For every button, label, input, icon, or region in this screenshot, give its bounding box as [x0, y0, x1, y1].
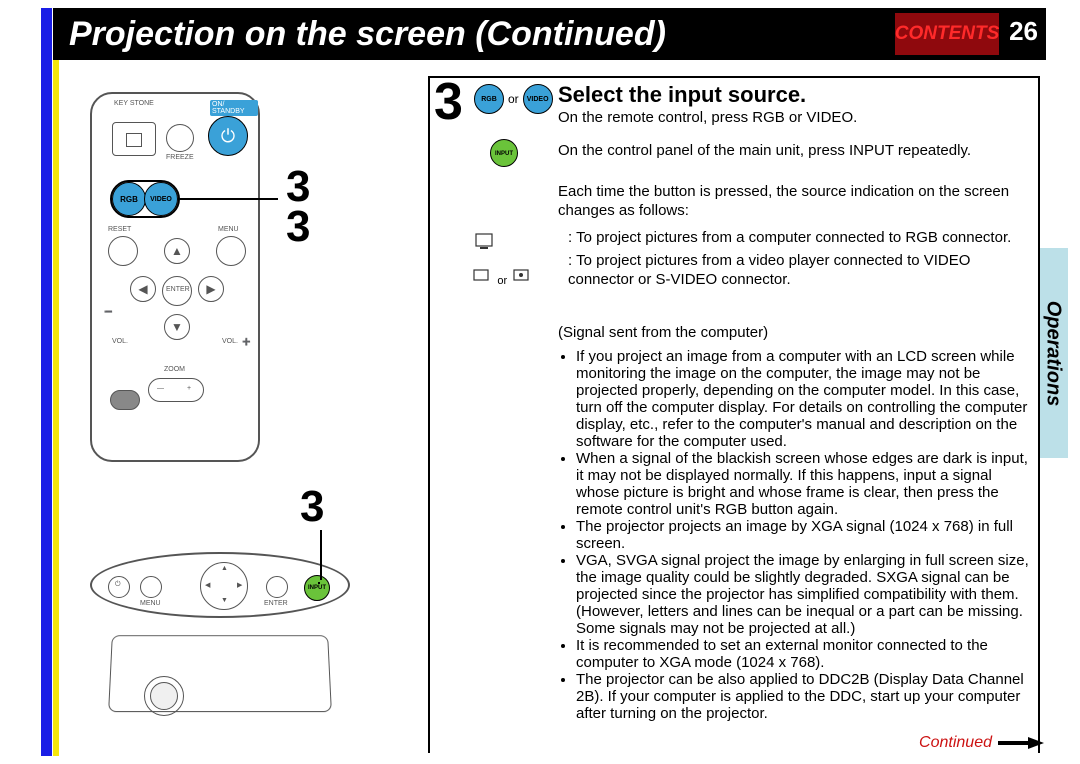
rgb-button: RGB — [112, 182, 146, 216]
dpad-right: ▶ — [198, 276, 224, 302]
projector-body — [110, 630, 330, 730]
step-subtitle: On the remote control, press RGB or VIDE… — [558, 108, 857, 127]
label-reset: RESET — [108, 226, 131, 233]
computer-icon — [474, 232, 496, 255]
callout-vstub — [318, 582, 320, 584]
each-time-text: Each time the button is pressed, the sou… — [558, 182, 1032, 220]
projector-lens — [150, 682, 178, 710]
callout-remote-2: 3 — [286, 202, 310, 252]
remote-body: KEY STONE ON/ STANDBY FREEZE ⏻ RGB VIDEO… — [90, 92, 260, 462]
mute-button — [110, 390, 140, 410]
note-item: When a signal of the blackish screen who… — [576, 450, 1032, 518]
signal-note: (Signal sent from the computer) — [558, 323, 768, 342]
note-item: It is recommended to set an external mon… — [576, 637, 1032, 671]
reset-button — [108, 236, 138, 266]
dpad-left: ◀ — [130, 276, 156, 302]
label-freeze: FREEZE — [166, 154, 194, 161]
callout-line-proj — [320, 530, 322, 580]
remote-illustration: KEY STONE ON/ STANDBY FREEZE ⏻ RGB VIDEO… — [90, 92, 280, 467]
step-number: 3 — [434, 72, 463, 132]
note-item: If you project an image from a computer … — [576, 348, 1032, 450]
label-keystone: KEY STONE — [114, 100, 154, 107]
contents-button[interactable]: CONTENTS — [895, 13, 999, 55]
panel-instruction-row: INPUT On the control panel of the main u… — [490, 141, 1030, 160]
or-label-1: or — [508, 92, 519, 106]
decorative-blue-bar — [41, 8, 52, 756]
label-zoom: ZOOM — [164, 366, 185, 373]
zoom-rocker: —+ — [148, 378, 204, 402]
keystone-button — [112, 122, 156, 156]
menu-button — [216, 236, 246, 266]
callout-projector: 3 — [300, 482, 324, 532]
bullet-video: : To project pictures from a video playe… — [568, 251, 1034, 289]
step-icons: RGB or VIDEO — [474, 84, 553, 114]
video-icon: VIDEO — [523, 84, 553, 114]
note-item: VGA, SVGA signal project the image by en… — [576, 552, 1032, 637]
page-title: Projection on the screen (Continued) — [69, 15, 666, 54]
label-standby: ON/ STANDBY — [210, 100, 258, 116]
panel-menu-label: MENU — [140, 600, 161, 607]
projector-top-panel: ⏻ MENU ▲ ◀ ▶ ▼ ENTER INPUT — [90, 552, 350, 618]
dpad-down: ▼ — [164, 314, 190, 340]
section-tab-operations[interactable]: Operations — [1038, 248, 1068, 458]
panel-menu — [140, 576, 162, 598]
panel-dpad: ▲ ◀ ▶ ▼ — [200, 562, 248, 610]
standby-button: ⏻ — [208, 116, 248, 156]
callout-line-remote — [178, 198, 278, 200]
bullet-rgb: : To project pictures from a computer co… — [568, 228, 1034, 247]
panel-instruction-text: On the control panel of the main unit, p… — [558, 141, 1030, 160]
decorative-yellow-bar — [53, 8, 59, 756]
panel-enter-label: ENTER — [264, 600, 288, 607]
step-title: Select the input source. — [558, 82, 806, 108]
rgb-icon: RGB — [474, 84, 504, 114]
continued-arrow-icon — [998, 736, 1044, 750]
step-header: 3 RGB or VIDEO Select the input source. … — [430, 78, 1038, 126]
note-item: The projector projects an image by XGA s… — [576, 518, 1032, 552]
label-vol-r: VOL. — [222, 338, 238, 345]
note-item: The projector can be also applied to DDC… — [576, 671, 1032, 722]
panel-enter — [266, 576, 288, 598]
step-box: 3 RGB or VIDEO Select the input source. … — [428, 76, 1040, 753]
video-icons-row: or — [472, 266, 532, 287]
label-mute: MUTE — [112, 380, 132, 387]
enter-button — [162, 276, 192, 306]
input-icon-inline: INPUT — [490, 139, 518, 167]
continued-label: Continued — [919, 734, 992, 752]
label-vol-l: VOL. — [112, 338, 128, 345]
panel-power: ⏻ — [108, 576, 130, 598]
section-tab-label: Operations — [1042, 300, 1065, 406]
projector-shell — [108, 635, 332, 712]
label-menu: MENU — [218, 226, 239, 233]
notes-list: If you project an image from a computer … — [558, 348, 1032, 722]
panel-input-button: INPUT — [304, 575, 330, 601]
dpad-up: ▲ — [164, 238, 190, 264]
or-label-2: or — [497, 275, 507, 287]
source-icon-bullets: : To project pictures from a computer co… — [474, 228, 1034, 290]
video-button: VIDEO — [144, 182, 178, 216]
freeze-button — [166, 124, 194, 152]
page-number: 26 — [1009, 16, 1038, 47]
